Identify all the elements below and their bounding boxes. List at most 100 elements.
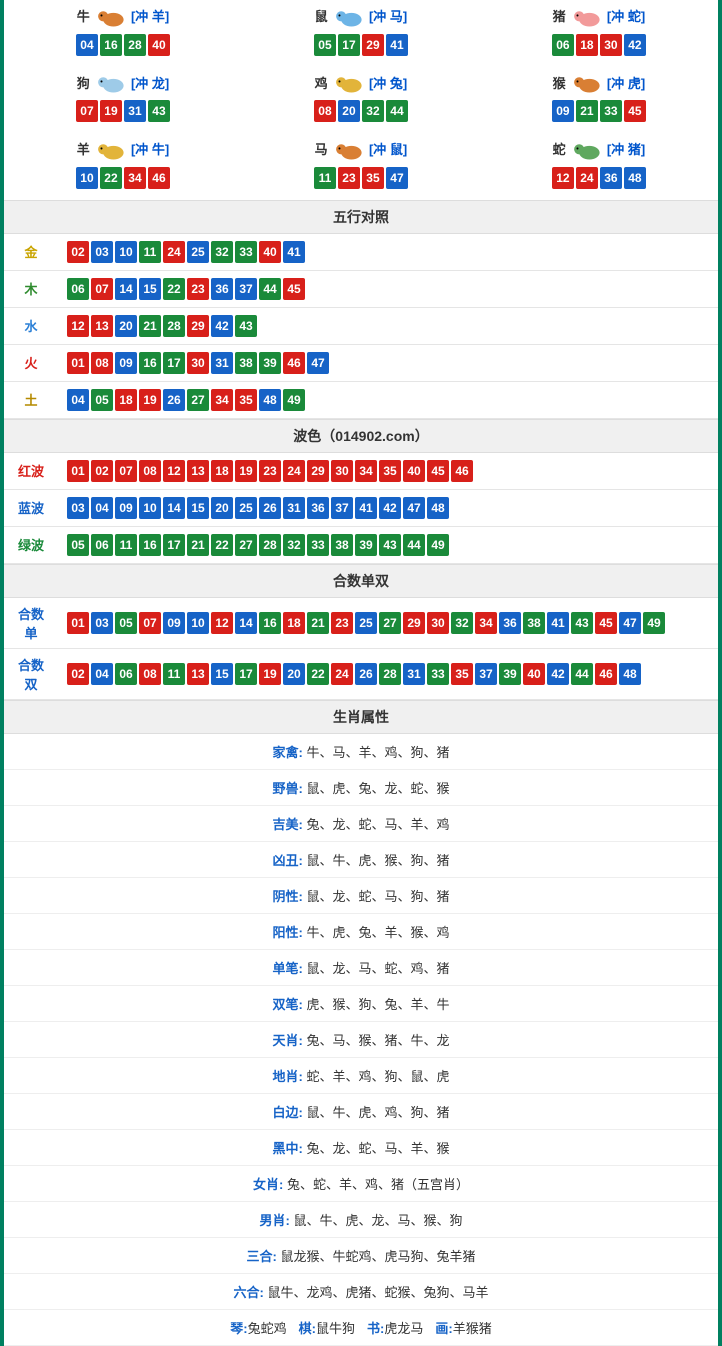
number-ball: 35 <box>451 663 473 685</box>
number-ball: 22 <box>211 534 233 556</box>
zodiac-title: 羊 [冲 牛] <box>4 139 242 162</box>
number-ball: 04 <box>91 497 113 519</box>
zodiac-name: 牛 <box>77 9 90 24</box>
number-ball: 34 <box>355 460 377 482</box>
number-ball: 17 <box>163 534 185 556</box>
number-ball: 18 <box>283 612 305 634</box>
number-ball: 25 <box>235 497 257 519</box>
number-ball: 10 <box>76 167 98 189</box>
number-ball: 38 <box>235 352 257 374</box>
zodiac-animal-icon <box>93 140 127 162</box>
number-ball: 01 <box>67 612 89 634</box>
number-ball: 12 <box>163 460 185 482</box>
number-ball: 16 <box>100 34 122 56</box>
bose-table: 红波 0102070812131819232429303435404546蓝波 … <box>4 453 718 564</box>
number-ball: 14 <box>235 612 257 634</box>
number-ball: 36 <box>600 167 622 189</box>
number-ball: 31 <box>283 497 305 519</box>
row-label: 蓝波 <box>4 489 58 526</box>
number-ball: 14 <box>115 278 137 300</box>
row-balls: 04051819262734354849 <box>58 381 718 418</box>
four-art-key: 书: <box>367 1321 384 1336</box>
four-art-seg: 书:虎龙马 <box>367 1318 423 1337</box>
row-label: 土 <box>4 381 58 418</box>
number-ball: 21 <box>576 100 598 122</box>
number-ball: 10 <box>139 497 161 519</box>
number-ball: 06 <box>67 278 89 300</box>
attr-value: 鼠牛、龙鸡、虎猪、蛇猴、兔狗、马羊 <box>267 1285 488 1300</box>
number-ball: 19 <box>100 100 122 122</box>
number-ball: 09 <box>115 352 137 374</box>
number-ball: 33 <box>235 241 257 263</box>
number-ball: 28 <box>379 663 401 685</box>
number-ball: 02 <box>91 460 113 482</box>
number-ball: 34 <box>124 167 146 189</box>
zodiac-name: 狗 <box>77 76 90 91</box>
number-ball: 26 <box>163 389 185 411</box>
number-ball: 37 <box>475 663 497 685</box>
table-row: 木 06071415222336374445 <box>4 270 718 307</box>
row-balls: 02031011242532334041 <box>58 234 718 271</box>
zodiac-animal-icon <box>331 7 365 29</box>
number-ball: 15 <box>211 663 233 685</box>
row-balls: 03040910141520252631363741424748 <box>58 489 718 526</box>
zodiac-conflict: [冲 羊] <box>131 9 169 24</box>
attr-value: 虎、猴、狗、兔、羊、牛 <box>306 997 449 1012</box>
attr-row: 阳性: 牛、虎、兔、羊、猴、鸡 <box>4 914 718 950</box>
heshu-table: 合数单 010305070910121416182123252729303234… <box>4 598 718 700</box>
zodiac-title: 鼠 [冲 马] <box>242 6 480 29</box>
number-ball: 38 <box>331 534 353 556</box>
number-ball: 25 <box>187 241 209 263</box>
zodiac-conflict: [冲 牛] <box>131 142 169 157</box>
number-ball: 15 <box>187 497 209 519</box>
zodiac-cell: 猪 [冲 蛇] 06183042 <box>480 0 718 67</box>
attr-key: 家禽: <box>273 745 303 760</box>
attr-value: 兔、龙、蛇、马、羊、鸡 <box>306 817 449 832</box>
zodiac-title: 猪 [冲 蛇] <box>480 6 718 29</box>
zodiac-cell: 马 [冲 鼠] 11233547 <box>242 133 480 200</box>
number-ball: 38 <box>523 612 545 634</box>
zodiac-title: 鸡 [冲 兔] <box>242 73 480 96</box>
zodiac-title: 蛇 [冲 猪] <box>480 139 718 162</box>
attr-key: 女肖: <box>253 1177 283 1192</box>
zodiac-animal-icon <box>331 73 365 95</box>
attr-key: 野兽: <box>273 781 303 796</box>
attr-value: 兔、蛇、羊、鸡、猪（五宫肖） <box>287 1177 469 1192</box>
zodiac-balls: 09213345 <box>480 99 718 123</box>
number-ball: 10 <box>187 612 209 634</box>
zodiac-balls: 12243648 <box>480 166 718 190</box>
number-ball: 32 <box>211 241 233 263</box>
number-ball: 13 <box>187 663 209 685</box>
number-ball: 45 <box>595 612 617 634</box>
number-ball: 05 <box>91 389 113 411</box>
number-ball: 47 <box>619 612 641 634</box>
number-ball: 08 <box>139 663 161 685</box>
number-ball: 13 <box>91 315 113 337</box>
number-ball: 30 <box>427 612 449 634</box>
number-ball: 20 <box>338 100 360 122</box>
number-ball: 23 <box>331 612 353 634</box>
table-row: 绿波 05061116172122272832333839434449 <box>4 526 718 563</box>
number-ball: 44 <box>403 534 425 556</box>
number-ball: 24 <box>163 241 185 263</box>
four-art-value: 兔蛇鸡 <box>248 1321 287 1336</box>
number-ball: 18 <box>211 460 233 482</box>
zodiac-cell: 鸡 [冲 兔] 08203244 <box>242 67 480 134</box>
number-ball: 09 <box>552 100 574 122</box>
number-ball: 28 <box>259 534 281 556</box>
attr-key: 白边: <box>273 1105 303 1120</box>
number-ball: 04 <box>67 389 89 411</box>
zodiac-animal-icon <box>93 73 127 95</box>
zodiac-conflict: [冲 虎] <box>607 76 645 91</box>
row-label: 红波 <box>4 453 58 490</box>
number-ball: 24 <box>576 167 598 189</box>
table-row: 金 02031011242532334041 <box>4 234 718 271</box>
number-ball: 42 <box>624 34 646 56</box>
attr-value: 鼠、龙、蛇、马、狗、猪 <box>306 889 449 904</box>
number-ball: 35 <box>379 460 401 482</box>
zodiac-title: 猴 [冲 虎] <box>480 73 718 96</box>
number-ball: 49 <box>283 389 305 411</box>
zodiac-animal-icon <box>569 7 603 29</box>
number-ball: 07 <box>76 100 98 122</box>
attr-key: 双笔: <box>273 997 303 1012</box>
